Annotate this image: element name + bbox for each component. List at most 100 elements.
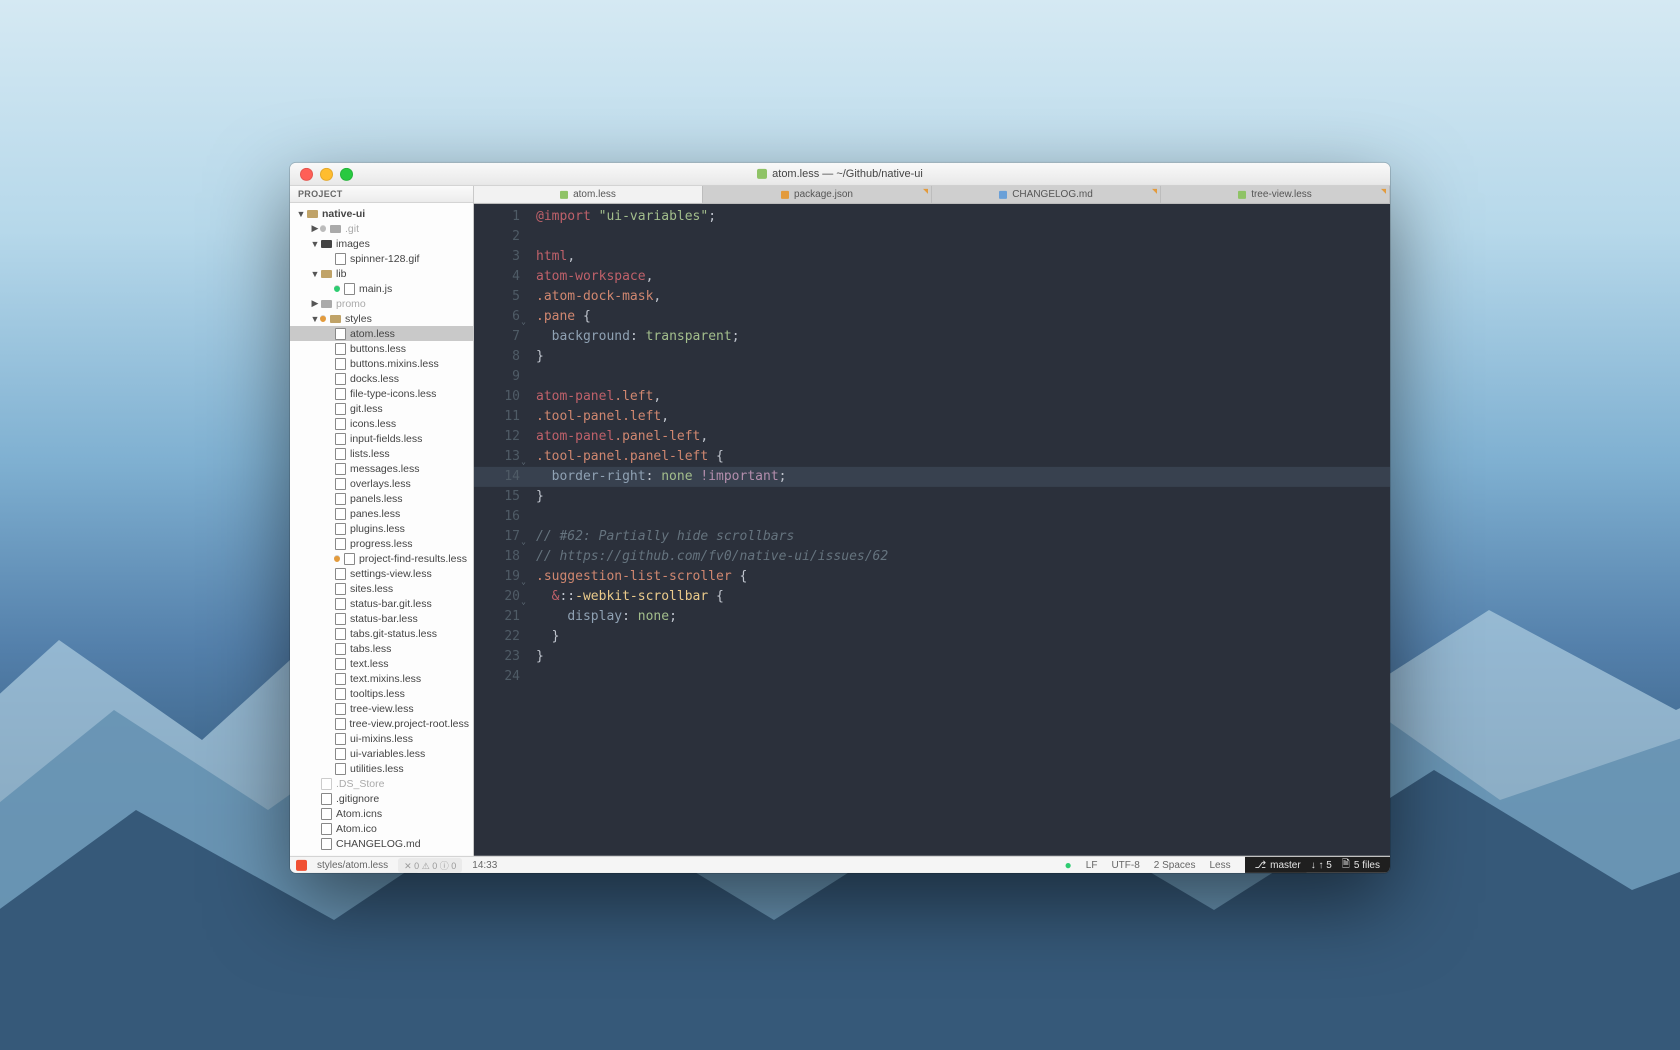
code-line[interactable]: border-right: none !important; (536, 467, 1382, 487)
tree-file[interactable]: progress.less (290, 536, 473, 551)
status-cursor[interactable]: 14:33 (472, 859, 497, 870)
tree-folder[interactable]: ▶promo (290, 296, 473, 311)
editor[interactable]: 123456⌄78910111213⌄14151617⌄1819⌄20⌄2122… (474, 204, 1390, 856)
window-zoom-icon[interactable] (340, 167, 353, 180)
git-icon[interactable] (296, 859, 307, 870)
code-line[interactable] (536, 667, 1382, 687)
line-number[interactable]: 13⌄ (474, 447, 520, 467)
line-number[interactable]: 3 (474, 247, 520, 267)
disclosure-caret-icon[interactable]: ▼ (310, 238, 320, 248)
disclosure-caret-icon[interactable]: ▼ (310, 268, 320, 278)
line-number[interactable]: 21 (474, 607, 520, 627)
line-number[interactable]: 9 (474, 367, 520, 387)
titlebar[interactable]: atom.less — ~/Github/native-ui (290, 163, 1390, 186)
tree-file[interactable]: input-fields.less (290, 431, 473, 446)
gutter[interactable]: 123456⌄78910111213⌄14151617⌄1819⌄20⌄2122… (474, 204, 528, 856)
line-number[interactable]: 6⌄ (474, 307, 520, 327)
tree-file[interactable]: ui-mixins.less (290, 731, 473, 746)
tree-file[interactable]: settings-view.less (290, 566, 473, 581)
tab[interactable]: package.json (703, 186, 932, 203)
tree-file[interactable]: docks.less (290, 371, 473, 386)
fold-icon[interactable]: ⌄ (521, 452, 526, 472)
tree-folder[interactable]: ▼native-ui (290, 206, 473, 221)
tab[interactable]: CHANGELOG.md (932, 186, 1161, 203)
tree-file[interactable]: .DS_Store (290, 776, 473, 791)
code-line[interactable]: // https://github.com/fv0/native-ui/issu… (536, 547, 1382, 567)
disclosure-caret-icon[interactable]: ▼ (296, 208, 306, 218)
code-line[interactable] (536, 227, 1382, 247)
code-line[interactable]: .atom-dock-mask, (536, 287, 1382, 307)
fold-icon[interactable]: ⌄ (521, 572, 526, 592)
tree-file[interactable]: .gitignore (290, 791, 473, 806)
status-indent[interactable]: 2 Spaces (1154, 859, 1196, 870)
window-minimize-icon[interactable] (320, 167, 333, 180)
code-line[interactable]: background: transparent; (536, 327, 1382, 347)
tree-file[interactable]: status-bar.less (290, 611, 473, 626)
code-line[interactable] (536, 367, 1382, 387)
disclosure-caret-icon[interactable]: ▶ (310, 298, 320, 309)
tree-file[interactable]: CHANGELOG.md (290, 836, 473, 851)
tree-file[interactable]: buttons.less (290, 341, 473, 356)
line-number[interactable]: 20⌄ (474, 587, 520, 607)
tree-file[interactable]: tree-view.project-root.less (290, 716, 473, 731)
tree-file[interactable]: panels.less (290, 491, 473, 506)
tree-file[interactable]: overlays.less (290, 476, 473, 491)
code-line[interactable]: display: none; (536, 607, 1382, 627)
linter-status[interactable]: ✕ 0 ⚠ 0 ⓘ 0 (398, 857, 462, 872)
tree-file[interactable]: Atom.icns (290, 806, 473, 821)
tree-file[interactable]: project-find-results.less (290, 551, 473, 566)
tree-folder[interactable]: ▶.git (290, 221, 473, 236)
code-line[interactable]: atom-panel.left, (536, 387, 1382, 407)
tree-file[interactable]: spinner-128.gif (290, 251, 473, 266)
line-number[interactable]: 7 (474, 327, 520, 347)
line-number[interactable]: 22 (474, 627, 520, 647)
tree-file[interactable]: panes.less (290, 506, 473, 521)
line-number[interactable]: 17⌄ (474, 527, 520, 547)
tree-file[interactable]: text.mixins.less (290, 671, 473, 686)
line-number[interactable]: 1 (474, 207, 520, 227)
line-number[interactable]: 19⌄ (474, 567, 520, 587)
code-line[interactable]: .tool-panel.panel-left { (536, 447, 1382, 467)
tree-file[interactable]: main.js (290, 281, 473, 296)
tree-file[interactable]: utilities.less (290, 761, 473, 776)
line-number[interactable]: 5 (474, 287, 520, 307)
line-number[interactable]: 14 (474, 467, 520, 487)
code-line[interactable]: } (536, 347, 1382, 367)
tree-file[interactable]: tabs.less (290, 641, 473, 656)
code-line[interactable]: atom-workspace, (536, 267, 1382, 287)
line-number[interactable]: 4 (474, 267, 520, 287)
line-number[interactable]: 18 (474, 547, 520, 567)
tree-file[interactable]: status-bar.git.less (290, 596, 473, 611)
code-line[interactable]: .pane { (536, 307, 1382, 327)
code-line[interactable] (536, 507, 1382, 527)
tree-file[interactable]: file-type-icons.less (290, 386, 473, 401)
tab[interactable]: tree-view.less (1161, 186, 1390, 203)
tree-file[interactable]: tree-view.less (290, 701, 473, 716)
line-number[interactable]: 2 (474, 227, 520, 247)
tree-file[interactable]: lists.less (290, 446, 473, 461)
line-number[interactable]: 12 (474, 427, 520, 447)
git-status-box[interactable]: ⎇master ↓ ↑ 5 🗎5 files (1245, 857, 1390, 873)
tree-file[interactable]: messages.less (290, 461, 473, 476)
tree-file[interactable]: tabs.git-status.less (290, 626, 473, 641)
code-line[interactable]: .suggestion-list-scroller { (536, 567, 1382, 587)
tree-file[interactable]: atom.less (290, 326, 473, 341)
code-line[interactable]: // #62: Partially hide scrollbars (536, 527, 1382, 547)
line-number[interactable]: 23 (474, 647, 520, 667)
disclosure-caret-icon[interactable]: ▼ (310, 313, 320, 323)
tree-file[interactable]: git.less (290, 401, 473, 416)
code-line[interactable]: &::-webkit-scrollbar { (536, 587, 1382, 607)
code-line[interactable]: .tool-panel.left, (536, 407, 1382, 427)
tree-file[interactable]: buttons.mixins.less (290, 356, 473, 371)
tree-folder[interactable]: ▼lib (290, 266, 473, 281)
line-number[interactable]: 24 (474, 667, 520, 687)
tree-file[interactable]: text.less (290, 656, 473, 671)
tree-folder[interactable]: ▼images (290, 236, 473, 251)
code-line[interactable]: html, (536, 247, 1382, 267)
tree-folder[interactable]: ▼styles (290, 311, 473, 326)
tree-file[interactable]: sites.less (290, 581, 473, 596)
status-line-ending[interactable]: LF (1086, 859, 1098, 870)
tree-file[interactable]: tooltips.less (290, 686, 473, 701)
code-line[interactable]: @import "ui-variables"; (536, 207, 1382, 227)
status-grammar[interactable]: Less (1209, 859, 1230, 870)
